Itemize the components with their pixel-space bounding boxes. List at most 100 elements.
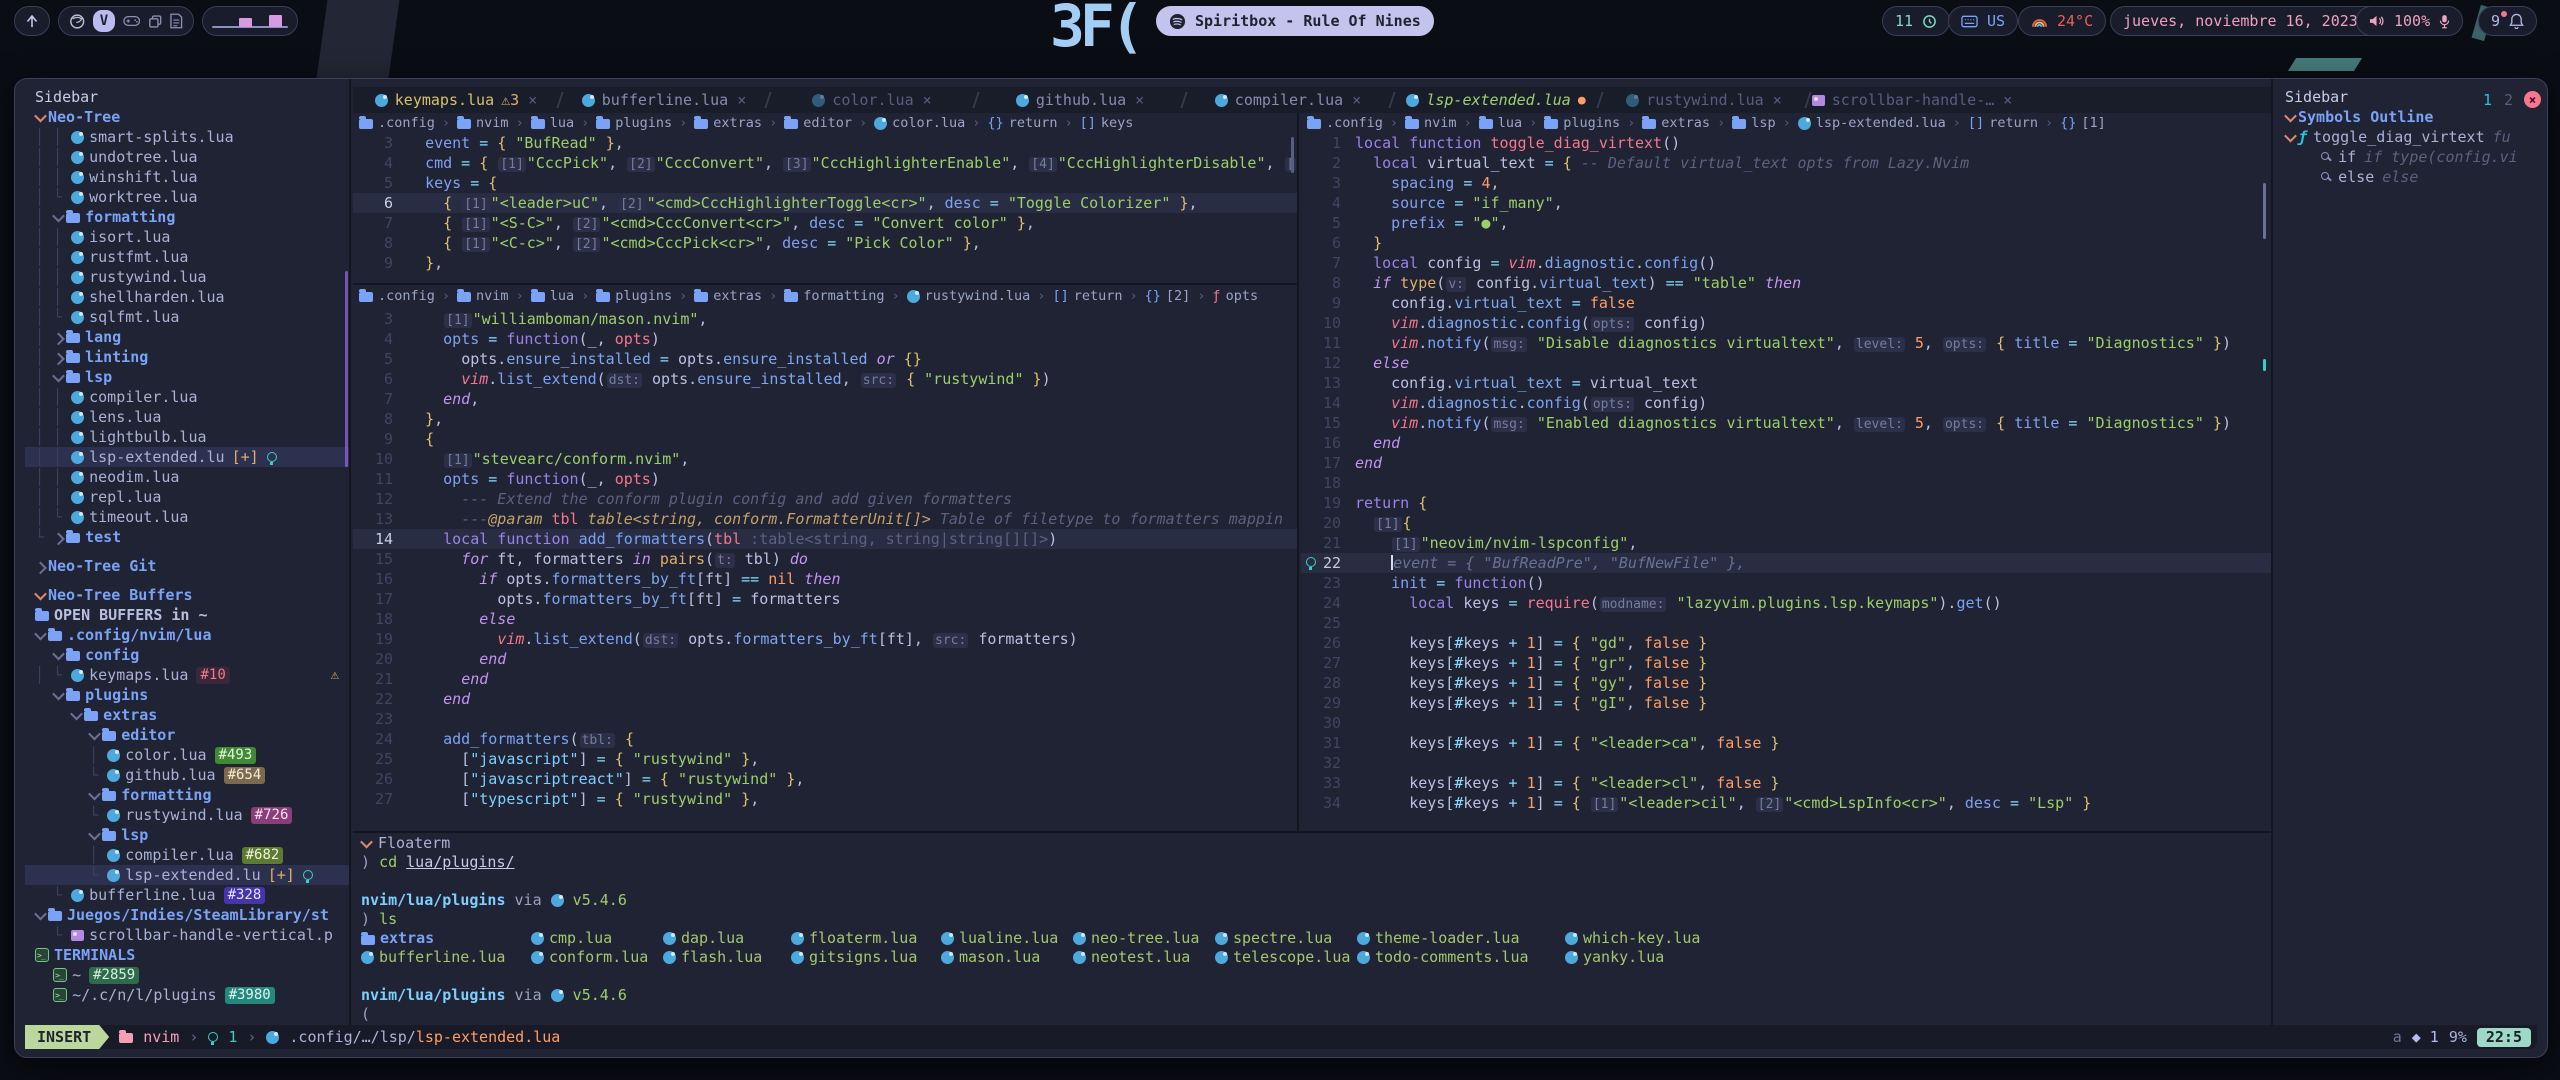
editor-pane-lsp-extended-lua[interactable]: 1local function toggle_diag_virtext()2 l… [1301,133,2271,831]
code-line[interactable]: 14 local function add_formatters(tbl :ta… [353,529,1297,549]
close-icon[interactable]: × [737,91,746,109]
tree-row[interactable]: │ color.lua#493 [25,745,349,765]
close-icon[interactable]: × [1352,91,1361,109]
updates-widget[interactable]: 11 [1882,6,1950,36]
tab-scrollbar-handle-[interactable]: scrollbar-handle-…× [1809,87,2015,113]
breadcrumb-rustywind-lua[interactable]: .config›nvim›lua›plugins›extras›formatti… [359,286,1297,306]
terminal-buffer-row[interactable]: ~#2859 [25,965,349,985]
tree-row[interactable]: │ │ undotree.lua [25,147,349,167]
code-line[interactable]: 22 event = { "BufReadPre", "BufNewFile" … [1301,553,2271,573]
code-line[interactable]: 12 else [1301,353,2271,373]
symbols-outline-header[interactable]: Symbols Outline [2275,107,2537,127]
code-line[interactable]: 17end [1301,453,2271,473]
code-line[interactable]: 8 { [1]"<C-c>", [2]"<cmd>CccPick<cr>", d… [353,233,1297,253]
code-line[interactable]: 7 end, [353,389,1297,409]
code-line[interactable]: 5 keys = { [353,173,1297,193]
notifications-widget[interactable]: 9 [2478,6,2537,36]
editor-pane-color-lua[interactable]: 3 event = { "BufRead" },4 cmd = { [1]"Cc… [353,133,1297,283]
code-line[interactable]: 1local function toggle_diag_virtext() [1301,133,2271,153]
neotree-git-header[interactable]: Neo-Tree Git [25,556,349,576]
firefox-icon[interactable] [69,13,85,30]
launcher-button[interactable] [14,6,50,36]
terminal-buffer-row[interactable]: ~/.c/n/l/plugins#3980 [25,985,349,1005]
tree-row[interactable]: extras [25,705,349,725]
gamepad-icon[interactable] [123,14,140,28]
code-line[interactable]: 31 keys[#keys + 1] = { "<leader>ca", fal… [1301,733,2271,753]
open-buffers-root[interactable]: OPEN BUFFERS in ~ [25,605,349,625]
code-line[interactable]: 13 ---@param tbl table<string, conform.F… [353,509,1297,529]
code-line[interactable]: 30 [1301,713,2271,733]
tab-compiler-lua[interactable]: compiler.lua× [1185,87,1391,113]
code-line[interactable]: 8 }, [353,409,1297,429]
code-line[interactable]: 9 config.virtual_text = false [1301,293,2271,313]
tree-row[interactable]: │ └ sqlfmt.lua [25,307,349,327]
tree-row[interactable]: │ │ lsp-extended.lu[+] [25,447,349,467]
code-line[interactable]: 25 ["javascript"] = { "rustywind" }, [353,749,1297,769]
code-line[interactable]: 3 spacing = 4, [1301,173,2271,193]
tree-row[interactable]: │ │ shellharden.lua [25,287,349,307]
code-line[interactable]: 3 event = { "BufRead" }, [353,133,1297,153]
code-line[interactable]: 9 }, [353,253,1297,273]
code-line[interactable]: 5 prefix = "●", [1301,213,2271,233]
weather-widget[interactable]: 24°C [2018,6,2106,36]
neotree-header[interactable]: Neo-Tree [25,107,349,127]
tree-row[interactable]: │ linting [25,347,349,367]
code-line[interactable]: 21 [1]"neovim/nvim-lspconfig", [1301,533,2271,553]
code-line[interactable]: 26 ["javascriptreact"] = { "rustywind" }… [353,769,1297,789]
outline-item[interactable]: ƒtoggle_diag_virtextfu [2275,127,2537,147]
code-line[interactable]: 9 { [353,429,1297,449]
breadcrumb-color-lua[interactable]: .config›nvim›lua›plugins›extras›editor›c… [359,113,1297,133]
editor-scrollbar[interactable] [1291,137,1294,173]
tree-row[interactable]: │ └ keymaps.lua#10⚠ [25,665,349,685]
code-line[interactable]: 4 cmd = { [1]"CccPick", [2]"CccConvert",… [353,153,1297,173]
code-line[interactable]: 15 for ft, formatters in pairs(t: tbl) d… [353,549,1297,569]
code-line[interactable]: 23 init = function() [1301,573,2271,593]
tree-row[interactable]: plugins [25,685,349,705]
neotree-buffers-header[interactable]: Neo-Tree Buffers [25,585,349,605]
code-line[interactable]: 26 keys[#keys + 1] = { "gd", false } [1301,633,2271,653]
code-line[interactable]: 7 { [1]"<S-C>", [2]"<cmd>CccConvert<cr>"… [353,213,1297,233]
tree-row[interactable]: └ rustywind.lua#726 [25,805,349,825]
mic-icon[interactable] [2439,14,2450,29]
windows-copy-icon[interactable] [148,14,162,29]
close-icon[interactable]: × [528,91,537,109]
code-line[interactable]: 20 [1]{ [1301,513,2271,533]
date-widget[interactable]: jueves, noviembre 16, 2023 [2110,6,2395,36]
code-line[interactable]: 24 local keys = require(modname: "lazyvi… [1301,593,2271,613]
code-line[interactable]: 11 vim.notify(msg: "Disable diagnostics … [1301,333,2271,353]
tree-row[interactable]: │ compiler.lua#682 [25,845,349,865]
code-line[interactable]: 7 local config = vim.diagnostic.config() [1301,253,2271,273]
tree-row[interactable]: └ scrollbar-handle-vertical.p [25,925,349,945]
tree-row[interactable]: │ │ lens.lua [25,407,349,427]
code-line[interactable]: 3 [1]"williamboman/mason.nvim", [353,309,1297,329]
outline-item[interactable]: elseelse [2275,167,2537,187]
tree-row[interactable]: config [25,645,349,665]
code-line[interactable]: 25 [1301,613,2271,633]
code-line[interactable]: 21 end [353,669,1297,689]
code-line[interactable]: 18 [1301,473,2271,493]
code-line[interactable]: 16 end [1301,433,2271,453]
code-line[interactable]: 2 local virtual_text = { -- Default virt… [1301,153,2271,173]
tree-row[interactable]: └ github.lua#654 [25,765,349,785]
tree-row[interactable]: └ lsp-extended.lu[+] [25,865,349,885]
code-line[interactable]: 6 vim.list_extend(dst: opts.ensure_insta… [353,369,1297,389]
tab-keymaps-lua[interactable]: keymaps.lua⚠3× [353,87,559,113]
code-line[interactable]: 28 keys[#keys + 1] = { "gy", false } [1301,673,2271,693]
code-line[interactable]: 20 end [353,649,1297,669]
tree-row[interactable]: │ │ isort.lua [25,227,349,247]
tab-bufferline-lua[interactable]: bufferline.lua× [561,87,767,113]
tree-row[interactable]: └ test [25,527,349,547]
code-line[interactable]: 8 if type(v: config.virtual_text) == "ta… [1301,273,2271,293]
keyboard-layout-widget[interactable]: US [1948,6,2018,36]
floaterm-header[interactable]: Floaterm [353,833,2271,853]
code-line[interactable]: 18 else [353,609,1297,629]
code-line[interactable]: 32 [1301,753,2271,773]
tree-row[interactable]: │ │ repl.lua [25,487,349,507]
close-icon[interactable]: × [923,91,932,109]
code-line[interactable]: 29 keys[#keys + 1] = { "gI", false } [1301,693,2271,713]
tab-color-lua[interactable]: color.lua× [769,87,975,113]
tree-row[interactable]: │ │ smart-splits.lua [25,127,349,147]
tree-row[interactable]: │ │ neodim.lua [25,467,349,487]
tab-github-lua[interactable]: github.lua× [977,87,1183,113]
code-line[interactable]: 19return { [1301,493,2271,513]
